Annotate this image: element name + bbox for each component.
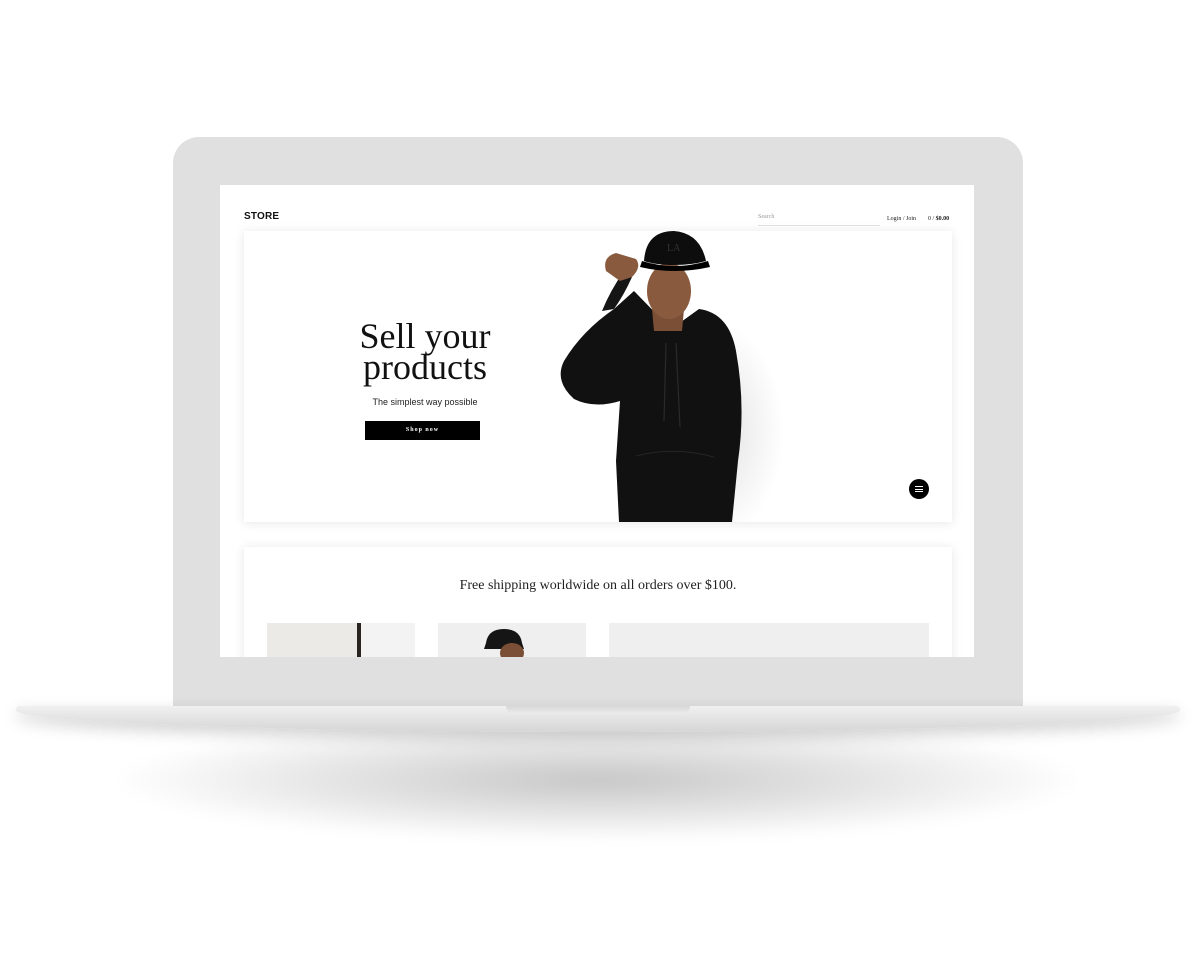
tile-image-detail xyxy=(361,623,415,657)
cart-total: $0.00 xyxy=(935,216,950,222)
laptop-shadow xyxy=(120,720,1076,840)
menu-button[interactable] xyxy=(909,479,929,499)
cart-summary[interactable]: 0 / $0.00 xyxy=(928,216,949,222)
menu-icon xyxy=(915,486,923,487)
hero-subtitle: The simplest way possible xyxy=(372,397,478,407)
laptop-lid: STORE Search Login / Join 0 / $0.00 Sell… xyxy=(173,137,1023,710)
free-shipping-text: Free shipping worldwide on all orders ov… xyxy=(459,578,737,593)
hero-banner: Sell your products The simplest way poss… xyxy=(244,231,952,522)
product-thumbnail-image xyxy=(484,629,524,657)
menu-icon-bar-3 xyxy=(915,491,923,492)
store-logo[interactable]: STORE xyxy=(244,211,279,222)
svg-text:LA: LA xyxy=(667,243,681,254)
cart-count: 0 xyxy=(928,216,931,222)
laptop-screen: STORE Search Login / Join 0 / $0.00 Sell… xyxy=(220,185,974,657)
product-tile[interactable] xyxy=(267,623,415,657)
shop-now-button[interactable]: Shop now xyxy=(365,421,480,440)
promo-section: Free shipping worldwide on all orders ov… xyxy=(244,547,952,657)
hero-model-image: LA xyxy=(560,231,784,522)
search-input[interactable]: Search xyxy=(758,214,880,226)
hero-title: Sell your products xyxy=(340,318,510,387)
menu-icon-bar-2 xyxy=(915,488,923,490)
product-tile[interactable] xyxy=(438,623,586,657)
login-join-link[interactable]: Login / Join xyxy=(887,216,916,222)
product-tile[interactable] xyxy=(609,623,929,657)
laptop-notch xyxy=(506,706,690,714)
hero-title-line-2: products xyxy=(363,347,487,387)
